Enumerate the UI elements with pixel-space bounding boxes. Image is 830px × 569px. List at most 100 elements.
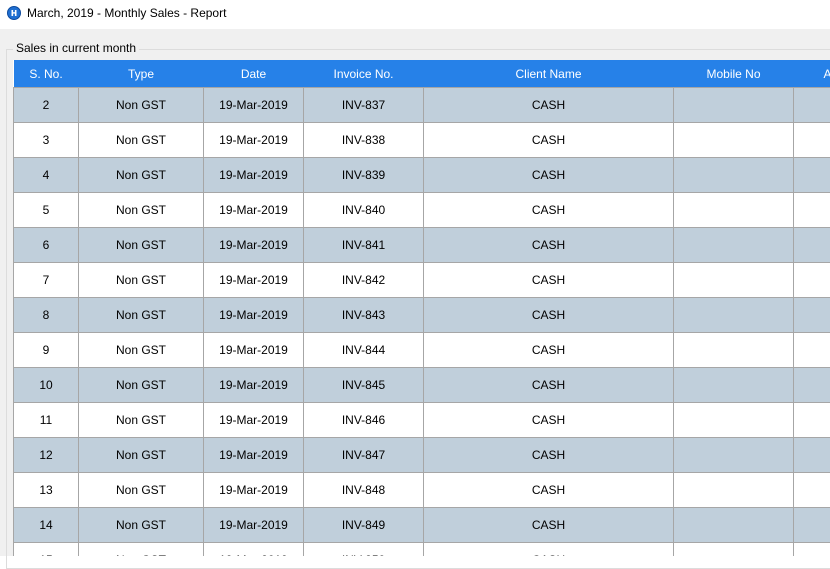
cell-date[interactable]: 19-Mar-2019 xyxy=(204,543,304,557)
cell-client[interactable]: CASH xyxy=(424,298,674,333)
cell-type[interactable]: Non GST xyxy=(79,438,204,473)
cell-mobile[interactable] xyxy=(674,228,794,263)
column-header-client[interactable]: Client Name xyxy=(424,60,674,88)
cell-invoice[interactable]: INV-844 xyxy=(304,333,424,368)
table-row[interactable]: 12Non GST19-Mar-2019INV-847CASH xyxy=(14,438,830,473)
cell-date[interactable]: 19-Mar-2019 xyxy=(204,438,304,473)
cell-client[interactable]: CASH xyxy=(424,333,674,368)
cell-mobile[interactable] xyxy=(674,368,794,403)
column-header-date[interactable]: Date xyxy=(204,60,304,88)
cell-sno[interactable]: 3 xyxy=(14,123,79,158)
cell-client[interactable]: CASH xyxy=(424,123,674,158)
cell-client[interactable]: CASH xyxy=(424,473,674,508)
cell-client[interactable]: CASH xyxy=(424,368,674,403)
cell-truncated[interactable] xyxy=(794,508,830,543)
table-row[interactable]: 2Non GST19-Mar-2019INV-837CASH xyxy=(14,88,830,123)
cell-type[interactable]: Non GST xyxy=(79,368,204,403)
cell-sno[interactable]: 13 xyxy=(14,473,79,508)
cell-invoice[interactable]: INV-839 xyxy=(304,158,424,193)
cell-truncated[interactable] xyxy=(794,158,830,193)
cell-truncated[interactable] xyxy=(794,438,830,473)
cell-invoice[interactable]: INV-848 xyxy=(304,473,424,508)
cell-mobile[interactable] xyxy=(674,298,794,333)
cell-sno[interactable]: 4 xyxy=(14,158,79,193)
cell-date[interactable]: 19-Mar-2019 xyxy=(204,403,304,438)
cell-invoice[interactable]: INV-842 xyxy=(304,263,424,298)
cell-client[interactable]: CASH xyxy=(424,88,674,123)
table-row[interactable]: 11Non GST19-Mar-2019INV-846CASH xyxy=(14,403,830,438)
cell-sno[interactable]: 7 xyxy=(14,263,79,298)
table-row[interactable]: 9Non GST19-Mar-2019INV-844CASH xyxy=(14,333,830,368)
table-row[interactable]: 10Non GST19-Mar-2019INV-845CASH xyxy=(14,368,830,403)
cell-mobile[interactable] xyxy=(674,438,794,473)
cell-sno[interactable]: 8 xyxy=(14,298,79,333)
cell-client[interactable]: CASH xyxy=(424,508,674,543)
cell-date[interactable]: 19-Mar-2019 xyxy=(204,228,304,263)
cell-sno[interactable]: 9 xyxy=(14,333,79,368)
cell-type[interactable]: Non GST xyxy=(79,228,204,263)
cell-sno[interactable]: 2 xyxy=(14,88,79,123)
column-header-type[interactable]: Type xyxy=(79,60,204,88)
cell-truncated[interactable] xyxy=(794,473,830,508)
cell-date[interactable]: 19-Mar-2019 xyxy=(204,333,304,368)
cell-invoice[interactable]: INV-841 xyxy=(304,228,424,263)
cell-type[interactable]: Non GST xyxy=(79,403,204,438)
cell-mobile[interactable] xyxy=(674,333,794,368)
cell-truncated[interactable] xyxy=(794,228,830,263)
cell-mobile[interactable] xyxy=(674,193,794,228)
cell-mobile[interactable] xyxy=(674,508,794,543)
cell-client[interactable]: CASH xyxy=(424,263,674,298)
cell-mobile[interactable] xyxy=(674,473,794,508)
cell-mobile[interactable] xyxy=(674,88,794,123)
cell-truncated[interactable] xyxy=(794,193,830,228)
cell-invoice[interactable]: INV-845 xyxy=(304,368,424,403)
cell-sno[interactable]: 5 xyxy=(14,193,79,228)
cell-sno[interactable]: 15 xyxy=(14,543,79,557)
cell-date[interactable]: 19-Mar-2019 xyxy=(204,473,304,508)
table-row[interactable]: 3Non GST19-Mar-2019INV-838CASH xyxy=(14,123,830,158)
cell-sno[interactable]: 6 xyxy=(14,228,79,263)
cell-type[interactable]: Non GST xyxy=(79,473,204,508)
cell-invoice[interactable]: INV-849 xyxy=(304,508,424,543)
cell-client[interactable]: CASH xyxy=(424,158,674,193)
cell-type[interactable]: Non GST xyxy=(79,263,204,298)
cell-client[interactable]: CASH xyxy=(424,438,674,473)
cell-mobile[interactable] xyxy=(674,123,794,158)
cell-truncated[interactable] xyxy=(794,333,830,368)
cell-date[interactable]: 19-Mar-2019 xyxy=(204,158,304,193)
column-header-sno[interactable]: S. No. xyxy=(14,60,79,88)
cell-truncated[interactable] xyxy=(794,298,830,333)
cell-client[interactable]: CASH xyxy=(424,403,674,438)
cell-mobile[interactable] xyxy=(674,403,794,438)
table-row[interactable]: 8Non GST19-Mar-2019INV-843CASH xyxy=(14,298,830,333)
cell-sno[interactable]: 10 xyxy=(14,368,79,403)
cell-date[interactable]: 19-Mar-2019 xyxy=(204,123,304,158)
cell-invoice[interactable]: INV-837 xyxy=(304,88,424,123)
cell-truncated[interactable] xyxy=(794,403,830,438)
cell-date[interactable]: 19-Mar-2019 xyxy=(204,263,304,298)
cell-date[interactable]: 19-Mar-2019 xyxy=(204,193,304,228)
table-row[interactable]: 13Non GST19-Mar-2019INV-848CASH xyxy=(14,473,830,508)
table-row[interactable]: 4Non GST19-Mar-2019INV-839CASH xyxy=(14,158,830,193)
column-header-invoice[interactable]: Invoice No. xyxy=(304,60,424,88)
cell-mobile[interactable] xyxy=(674,263,794,298)
cell-type[interactable]: Non GST xyxy=(79,543,204,557)
cell-date[interactable]: 19-Mar-2019 xyxy=(204,368,304,403)
cell-type[interactable]: Non GST xyxy=(79,158,204,193)
cell-invoice[interactable]: INV-850 xyxy=(304,543,424,557)
cell-client[interactable]: CASH xyxy=(424,193,674,228)
table-row[interactable]: 14Non GST19-Mar-2019INV-849CASH xyxy=(14,508,830,543)
table-row[interactable]: 15Non GST19-Mar-2019INV-850CASH xyxy=(14,543,830,557)
cell-mobile[interactable] xyxy=(674,543,794,557)
cell-date[interactable]: 19-Mar-2019 xyxy=(204,298,304,333)
cell-type[interactable]: Non GST xyxy=(79,298,204,333)
sales-grid[interactable]: S. No. Type Date Invoice No. Client Name… xyxy=(13,60,830,556)
cell-type[interactable]: Non GST xyxy=(79,333,204,368)
cell-type[interactable]: Non GST xyxy=(79,193,204,228)
cell-truncated[interactable] xyxy=(794,123,830,158)
cell-date[interactable]: 19-Mar-2019 xyxy=(204,88,304,123)
cell-client[interactable]: CASH xyxy=(424,228,674,263)
column-header-mobile[interactable]: Mobile No xyxy=(674,60,794,88)
cell-type[interactable]: Non GST xyxy=(79,123,204,158)
cell-truncated[interactable] xyxy=(794,368,830,403)
